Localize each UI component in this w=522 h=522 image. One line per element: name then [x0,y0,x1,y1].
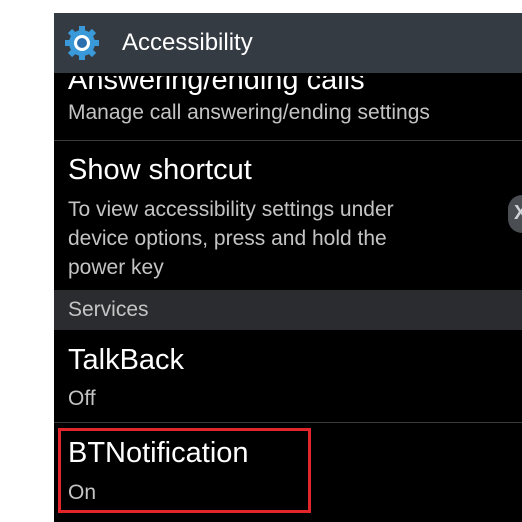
scroll-handle-glyph: X [514,202,522,224]
list-item-subtitle-line-2: device options, press and hold the [68,227,387,250]
title-bar: Accessibility [54,13,522,73]
list-item-subtitle-line-1: To view accessibility settings under [68,198,394,221]
list-item-subtitle-line-3: power key [68,256,164,279]
scroll-handle[interactable]: X [508,195,522,233]
list-item-subtitle: Manage call answering/ending settings [68,101,430,124]
list-item-status: Off [68,387,96,410]
highlight-box [58,428,311,513]
section-label: Services [68,298,149,321]
divider [54,140,522,141]
gear-icon[interactable] [64,25,100,61]
page-title: Accessibility [122,29,253,56]
list-item-title: TalkBack [68,344,185,376]
list-item-title: Show shortcut [68,154,252,186]
section-header-services: Services [54,290,522,330]
divider [54,422,522,423]
